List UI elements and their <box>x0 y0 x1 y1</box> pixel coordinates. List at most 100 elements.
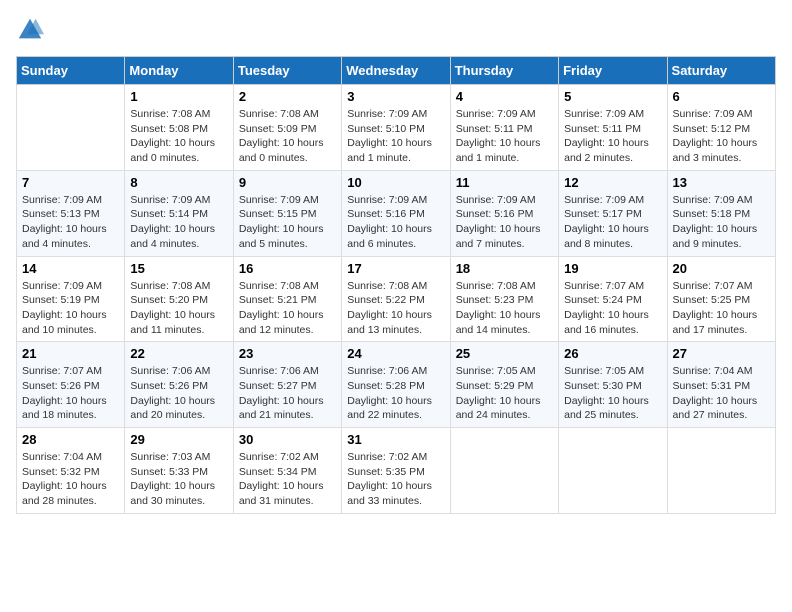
calendar-cell: 17 Sunrise: 7:08 AM Sunset: 5:22 PM Dayli… <box>342 256 450 342</box>
day-number: 14 <box>22 261 119 276</box>
day-number: 4 <box>456 89 553 104</box>
day-number: 17 <box>347 261 444 276</box>
day-number: 29 <box>130 432 227 447</box>
day-number: 16 <box>239 261 336 276</box>
day-info: Sunrise: 7:07 AM Sunset: 5:26 PM Dayligh… <box>22 364 119 423</box>
header-day-saturday: Saturday <box>667 57 775 85</box>
calendar-cell <box>450 428 558 514</box>
header-day-thursday: Thursday <box>450 57 558 85</box>
calendar-week-row: 1 Sunrise: 7:08 AM Sunset: 5:08 PM Daylig… <box>17 85 776 171</box>
day-info: Sunrise: 7:08 AM Sunset: 5:20 PM Dayligh… <box>130 279 227 338</box>
calendar-cell: 28 Sunrise: 7:04 AM Sunset: 5:32 PM Dayli… <box>17 428 125 514</box>
page-header <box>16 16 776 44</box>
day-number: 19 <box>564 261 661 276</box>
day-info: Sunrise: 7:06 AM Sunset: 5:28 PM Dayligh… <box>347 364 444 423</box>
calendar-cell <box>17 85 125 171</box>
calendar-week-row: 21 Sunrise: 7:07 AM Sunset: 5:26 PM Dayli… <box>17 342 776 428</box>
calendar-cell: 21 Sunrise: 7:07 AM Sunset: 5:26 PM Dayli… <box>17 342 125 428</box>
calendar-cell: 6Sunrise: 7:09 AM Sunset: 5:12 PM Daylig… <box>667 85 775 171</box>
calendar-cell: 31 Sunrise: 7:02 AM Sunset: 5:35 PM Dayli… <box>342 428 450 514</box>
calendar-cell <box>559 428 667 514</box>
calendar-cell: 7 Sunrise: 7:09 AM Sunset: 5:13 PM Daylig… <box>17 170 125 256</box>
day-number: 2 <box>239 89 336 104</box>
day-number: 22 <box>130 346 227 361</box>
header-day-wednesday: Wednesday <box>342 57 450 85</box>
day-number: 24 <box>347 346 444 361</box>
calendar-cell: 19 Sunrise: 7:07 AM Sunset: 5:24 PM Dayli… <box>559 256 667 342</box>
day-info: Sunrise: 7:07 AM Sunset: 5:24 PM Dayligh… <box>564 279 661 338</box>
day-info: Sunrise: 7:09 AM Sunset: 5:11 PM Dayligh… <box>456 107 553 166</box>
calendar-cell: 30Sunrise: 7:02 AM Sunset: 5:34 PM Dayli… <box>233 428 341 514</box>
calendar-cell: 12Sunrise: 7:09 AM Sunset: 5:17 PM Dayli… <box>559 170 667 256</box>
day-info: Sunrise: 7:08 AM Sunset: 5:08 PM Dayligh… <box>130 107 227 166</box>
day-info: Sunrise: 7:06 AM Sunset: 5:26 PM Dayligh… <box>130 364 227 423</box>
day-number: 3 <box>347 89 444 104</box>
calendar-cell: 22 Sunrise: 7:06 AM Sunset: 5:26 PM Dayli… <box>125 342 233 428</box>
calendar-cell: 1 Sunrise: 7:08 AM Sunset: 5:08 PM Daylig… <box>125 85 233 171</box>
day-info: Sunrise: 7:05 AM Sunset: 5:29 PM Dayligh… <box>456 364 553 423</box>
day-number: 15 <box>130 261 227 276</box>
day-info: Sunrise: 7:02 AM Sunset: 5:34 PM Dayligh… <box>239 450 336 509</box>
header-day-monday: Monday <box>125 57 233 85</box>
calendar-header-row: SundayMondayTuesdayWednesdayThursdayFrid… <box>17 57 776 85</box>
calendar-cell: 25 Sunrise: 7:05 AM Sunset: 5:29 PM Dayli… <box>450 342 558 428</box>
calendar-cell: 2 Sunrise: 7:08 AM Sunset: 5:09 PM Daylig… <box>233 85 341 171</box>
day-info: Sunrise: 7:09 AM Sunset: 5:15 PM Dayligh… <box>239 193 336 252</box>
day-info: Sunrise: 7:09 AM Sunset: 5:10 PM Dayligh… <box>347 107 444 166</box>
logo <box>16 16 48 44</box>
day-info: Sunrise: 7:08 AM Sunset: 5:22 PM Dayligh… <box>347 279 444 338</box>
day-number: 7 <box>22 175 119 190</box>
calendar-week-row: 14 Sunrise: 7:09 AM Sunset: 5:19 PM Dayli… <box>17 256 776 342</box>
calendar-cell: 27 Sunrise: 7:04 AM Sunset: 5:31 PM Dayli… <box>667 342 775 428</box>
calendar-cell: 11Sunrise: 7:09 AM Sunset: 5:16 PM Dayli… <box>450 170 558 256</box>
day-number: 31 <box>347 432 444 447</box>
day-number: 12 <box>564 175 661 190</box>
day-info: Sunrise: 7:09 AM Sunset: 5:19 PM Dayligh… <box>22 279 119 338</box>
day-info: Sunrise: 7:09 AM Sunset: 5:13 PM Dayligh… <box>22 193 119 252</box>
day-info: Sunrise: 7:05 AM Sunset: 5:30 PM Dayligh… <box>564 364 661 423</box>
calendar-cell: 15 Sunrise: 7:08 AM Sunset: 5:20 PM Dayli… <box>125 256 233 342</box>
day-number: 13 <box>673 175 770 190</box>
calendar-cell: 23Sunrise: 7:06 AM Sunset: 5:27 PM Dayli… <box>233 342 341 428</box>
header-day-tuesday: Tuesday <box>233 57 341 85</box>
day-info: Sunrise: 7:03 AM Sunset: 5:33 PM Dayligh… <box>130 450 227 509</box>
day-number: 18 <box>456 261 553 276</box>
day-number: 27 <box>673 346 770 361</box>
day-number: 10 <box>347 175 444 190</box>
calendar-cell <box>667 428 775 514</box>
calendar-week-row: 7 Sunrise: 7:09 AM Sunset: 5:13 PM Daylig… <box>17 170 776 256</box>
day-info: Sunrise: 7:09 AM Sunset: 5:12 PM Dayligh… <box>673 107 770 166</box>
day-info: Sunrise: 7:09 AM Sunset: 5:14 PM Dayligh… <box>130 193 227 252</box>
day-info: Sunrise: 7:04 AM Sunset: 5:31 PM Dayligh… <box>673 364 770 423</box>
calendar-cell: 8 Sunrise: 7:09 AM Sunset: 5:14 PM Daylig… <box>125 170 233 256</box>
day-info: Sunrise: 7:08 AM Sunset: 5:09 PM Dayligh… <box>239 107 336 166</box>
day-number: 11 <box>456 175 553 190</box>
day-info: Sunrise: 7:07 AM Sunset: 5:25 PM Dayligh… <box>673 279 770 338</box>
day-number: 8 <box>130 175 227 190</box>
calendar-cell: 16Sunrise: 7:08 AM Sunset: 5:21 PM Dayli… <box>233 256 341 342</box>
day-number: 28 <box>22 432 119 447</box>
day-info: Sunrise: 7:08 AM Sunset: 5:23 PM Dayligh… <box>456 279 553 338</box>
day-info: Sunrise: 7:09 AM Sunset: 5:16 PM Dayligh… <box>347 193 444 252</box>
day-number: 1 <box>130 89 227 104</box>
day-number: 21 <box>22 346 119 361</box>
day-number: 23 <box>239 346 336 361</box>
calendar-cell: 4 Sunrise: 7:09 AM Sunset: 5:11 PM Daylig… <box>450 85 558 171</box>
day-info: Sunrise: 7:09 AM Sunset: 5:11 PM Dayligh… <box>564 107 661 166</box>
day-info: Sunrise: 7:02 AM Sunset: 5:35 PM Dayligh… <box>347 450 444 509</box>
day-number: 9 <box>239 175 336 190</box>
day-number: 20 <box>673 261 770 276</box>
day-number: 25 <box>456 346 553 361</box>
day-info: Sunrise: 7:04 AM Sunset: 5:32 PM Dayligh… <box>22 450 119 509</box>
calendar-cell: 18 Sunrise: 7:08 AM Sunset: 5:23 PM Dayli… <box>450 256 558 342</box>
calendar-cell: 10 Sunrise: 7:09 AM Sunset: 5:16 PM Dayli… <box>342 170 450 256</box>
calendar-cell: 29 Sunrise: 7:03 AM Sunset: 5:33 PM Dayli… <box>125 428 233 514</box>
calendar-cell: 24 Sunrise: 7:06 AM Sunset: 5:28 PM Dayli… <box>342 342 450 428</box>
calendar-cell: 9 Sunrise: 7:09 AM Sunset: 5:15 PM Daylig… <box>233 170 341 256</box>
calendar-cell: 14 Sunrise: 7:09 AM Sunset: 5:19 PM Dayli… <box>17 256 125 342</box>
calendar-cell: 20 Sunrise: 7:07 AM Sunset: 5:25 PM Dayli… <box>667 256 775 342</box>
day-info: Sunrise: 7:09 AM Sunset: 5:18 PM Dayligh… <box>673 193 770 252</box>
logo-icon <box>16 16 44 44</box>
day-number: 26 <box>564 346 661 361</box>
calendar-week-row: 28 Sunrise: 7:04 AM Sunset: 5:32 PM Dayli… <box>17 428 776 514</box>
